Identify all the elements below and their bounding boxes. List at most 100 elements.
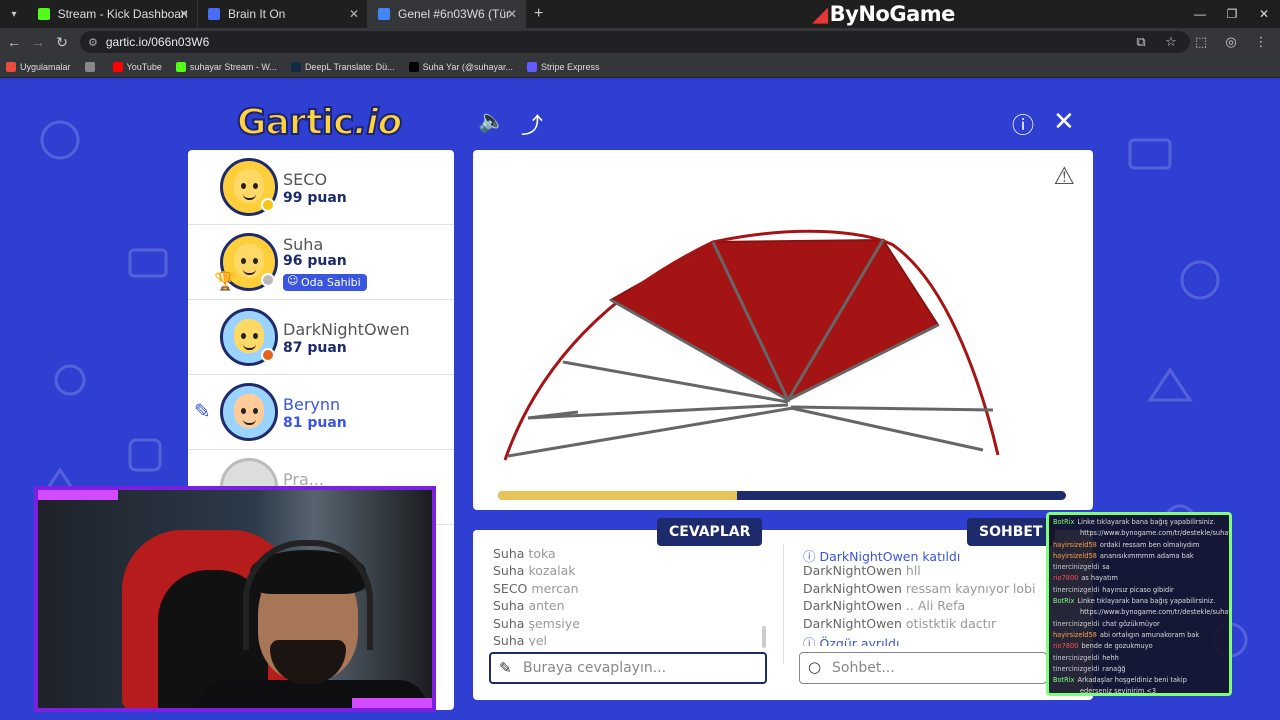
tab-kick-dashboard[interactable]: Stream - Kick Dashboard ✕ (28, 0, 198, 28)
stream-chat-line: tinercinizgeldi hayırsız picaso gibidir (1053, 585, 1225, 596)
stream-chat-user: BotRix (1053, 518, 1075, 526)
sound-icon[interactable]: 🔈 (478, 108, 505, 134)
extensions-icon[interactable]: ⬚ (1186, 34, 1216, 50)
stream-chat-line: BotRix Arkadaşlar hoşgeldiniz beni takip (1053, 675, 1225, 686)
brain-favicon-icon (208, 8, 220, 20)
stream-chat-user: tinercinizgeldi (1053, 563, 1100, 572)
stream-chat-line: https://www.bynogame.com/tr/destekle/suh… (1053, 607, 1229, 618)
stream-chat-user: tinercinizgeldi (1053, 585, 1100, 594)
answer-line: Suha kozalak (493, 563, 576, 579)
player-item[interactable]: 🏆 Suha 96 puan Oda Sahibi (188, 225, 454, 300)
forward-icon[interactable]: → (26, 34, 50, 50)
toolbar-actions: ⧉ ☆ ⬚ ◎ ⋮ (1126, 28, 1276, 56)
chat-placeholder: Sohbet... (832, 660, 895, 676)
stream-chat-line: hayirsizeld58 ananısıkımmmm adama bak (1053, 551, 1225, 562)
player-name: Suha (283, 235, 324, 254)
profile-icon[interactable]: ◎ (1216, 34, 1246, 50)
kick-favicon-icon (38, 8, 50, 20)
player-item[interactable]: SECO 99 puan (188, 150, 454, 225)
player-item[interactable]: ✎ Berynn 81 puan (188, 375, 454, 450)
bookmark-kick-stream[interactable]: suhayar Stream - W... (175, 61, 277, 72)
chat-line: DarkNightOwen .. Ali Refa (803, 598, 966, 614)
chat-input[interactable]: ○ Sohbet... (799, 652, 1047, 684)
frame-accent (38, 490, 118, 500)
stream-chat-line: tinercinizgeldi hehh (1053, 653, 1225, 664)
grid-icon (84, 61, 95, 72)
site-info-icon[interactable]: ⚙ (88, 36, 98, 49)
stream-chat-user: hayirsizeld58 (1053, 551, 1097, 560)
chat-line: DarkNightOwen ressam kaynıyor lobi (803, 580, 1036, 596)
tab-search-icon[interactable]: ▾ (0, 0, 28, 28)
apps-icon (6, 61, 16, 72)
bookmark-tiktok[interactable]: Suha Yar (@suhayar... (408, 61, 513, 72)
minimize-icon[interactable]: — (1184, 0, 1216, 28)
stream-chat-line: tinercinizgeldi sa (1053, 562, 1225, 573)
close-tab-icon[interactable]: ✕ (507, 7, 517, 21)
answer-input[interactable]: ✎ Buraya cevaplayın... (489, 652, 767, 684)
player-item[interactable]: DarkNightOwen 87 puan (188, 300, 454, 375)
stripe-icon (527, 61, 538, 72)
stream-chat-user: hayirsizeld58 (1053, 630, 1097, 639)
close-icon[interactable]: ✕ (1053, 106, 1075, 137)
menu-icon[interactable]: ⋮ (1246, 34, 1276, 50)
player-score: 96 puan (283, 253, 347, 269)
bynogame-logo: ◢ByNoGame (812, 2, 955, 26)
share-icon[interactable]: ⤴ (521, 108, 543, 140)
info-icon[interactable]: ⓘ (1012, 108, 1034, 140)
stream-chat-text: ederseniz sevinirim <3 (1080, 687, 1157, 696)
url-text: gartic.io/066n03W6 (105, 35, 210, 49)
tab-brain-it-on[interactable]: Brain It On ✕ (198, 0, 368, 28)
stream-chat-text: abi ortalıgın amunakoram bak (1099, 630, 1200, 639)
close-tab-icon[interactable]: ✕ (349, 7, 359, 21)
restore-icon[interactable]: ❐ (1216, 0, 1248, 28)
gartic-logo: Gartic.io (236, 101, 403, 144)
headset (243, 540, 373, 650)
stream-chat-line: hayirsizeld58 abi ortalıgın amunakoram ba… (1053, 630, 1225, 641)
chat-list: ⓘ DarkNightOwen katıldı DarkNightOwen hl… (803, 546, 1083, 646)
player-score: 87 puan (283, 340, 347, 356)
answer-line: Suha anten (493, 598, 565, 614)
stream-chat-user: hayirsizeld58 (1053, 540, 1097, 549)
address-bar[interactable]: ⚙ gartic.io/066n03W6 (80, 31, 1190, 53)
bookmark-youtube[interactable]: YouTube (112, 61, 162, 72)
stream-chat-text: hehh (1102, 653, 1119, 662)
bookmark-grid[interactable] (84, 61, 99, 72)
stream-chat-text: sa (1102, 563, 1110, 572)
stream-chat-line: hayirsizeld58 ordaki ressam ben olmalıydı… (1053, 540, 1225, 551)
stream-chat-text: Linke tıklayarak bana bağış yapabilirsin… (1077, 518, 1216, 526)
drawing-pencil-icon: ✎ (194, 401, 211, 423)
install-icon[interactable]: ⧉ (1126, 34, 1156, 50)
tab-gartic[interactable]: Genel #6n03W6 (Türkçe) - Garti ✕ (368, 0, 526, 28)
close-tab-icon[interactable]: ✕ (179, 7, 189, 21)
tab-title: Brain It On (228, 7, 286, 21)
reload-icon[interactable]: ↻ (50, 34, 74, 51)
stream-chat-line: tinercinizgeldi ranağğ (1053, 664, 1225, 675)
bookmark-star-icon[interactable]: ☆ (1156, 34, 1186, 50)
back-icon[interactable]: ← (2, 34, 26, 50)
new-tab-icon[interactable]: + (534, 5, 543, 23)
bookmark-apps[interactable]: Uygulamalar (6, 61, 71, 72)
stream-chat-text: ranağğ (1102, 664, 1126, 673)
player-name: SECO (283, 170, 328, 189)
avatar (220, 383, 278, 441)
player-name: DarkNightOwen (283, 320, 410, 339)
answers-list: Suha toka Suha kozalak SECO mercan Suha … (493, 546, 763, 646)
stream-chat-text: https://www.bynogame.com/tr/destekle/suh… (1080, 529, 1232, 538)
close-window-icon[interactable]: ✕ (1248, 0, 1280, 28)
stream-chat-user: tinercinizgeldi (1053, 664, 1100, 673)
answer-line: Suha şemsiye (493, 615, 580, 631)
kick-icon (175, 61, 186, 72)
bookmark-stripe[interactable]: Stripe Express (527, 61, 600, 72)
bookmark-label: Uygulamalar (20, 61, 71, 72)
stream-chat-line: tinercinizgeldi chat gözükmüyor (1053, 619, 1225, 630)
stream-chat-text: ordaki ressam ben olmalıydım (1099, 540, 1200, 549)
drawing-umbrella (503, 229, 1000, 461)
host-badge: Oda Sahibi (283, 274, 367, 291)
answers-scrollbar[interactable] (762, 626, 766, 648)
chat-line: DarkNightOwen otistktik dactır (803, 615, 997, 631)
drawing-canvas[interactable]: ⚠ (473, 150, 1093, 510)
stream-chat-line: ederseniz sevinirim <3 (1053, 686, 1225, 696)
chat-system-line: ⓘ Özgür ayrıldı (803, 635, 900, 646)
pencil-icon: ✎ (499, 659, 512, 677)
bookmark-deepl[interactable]: DeepL Translate: Dü... (290, 61, 395, 72)
